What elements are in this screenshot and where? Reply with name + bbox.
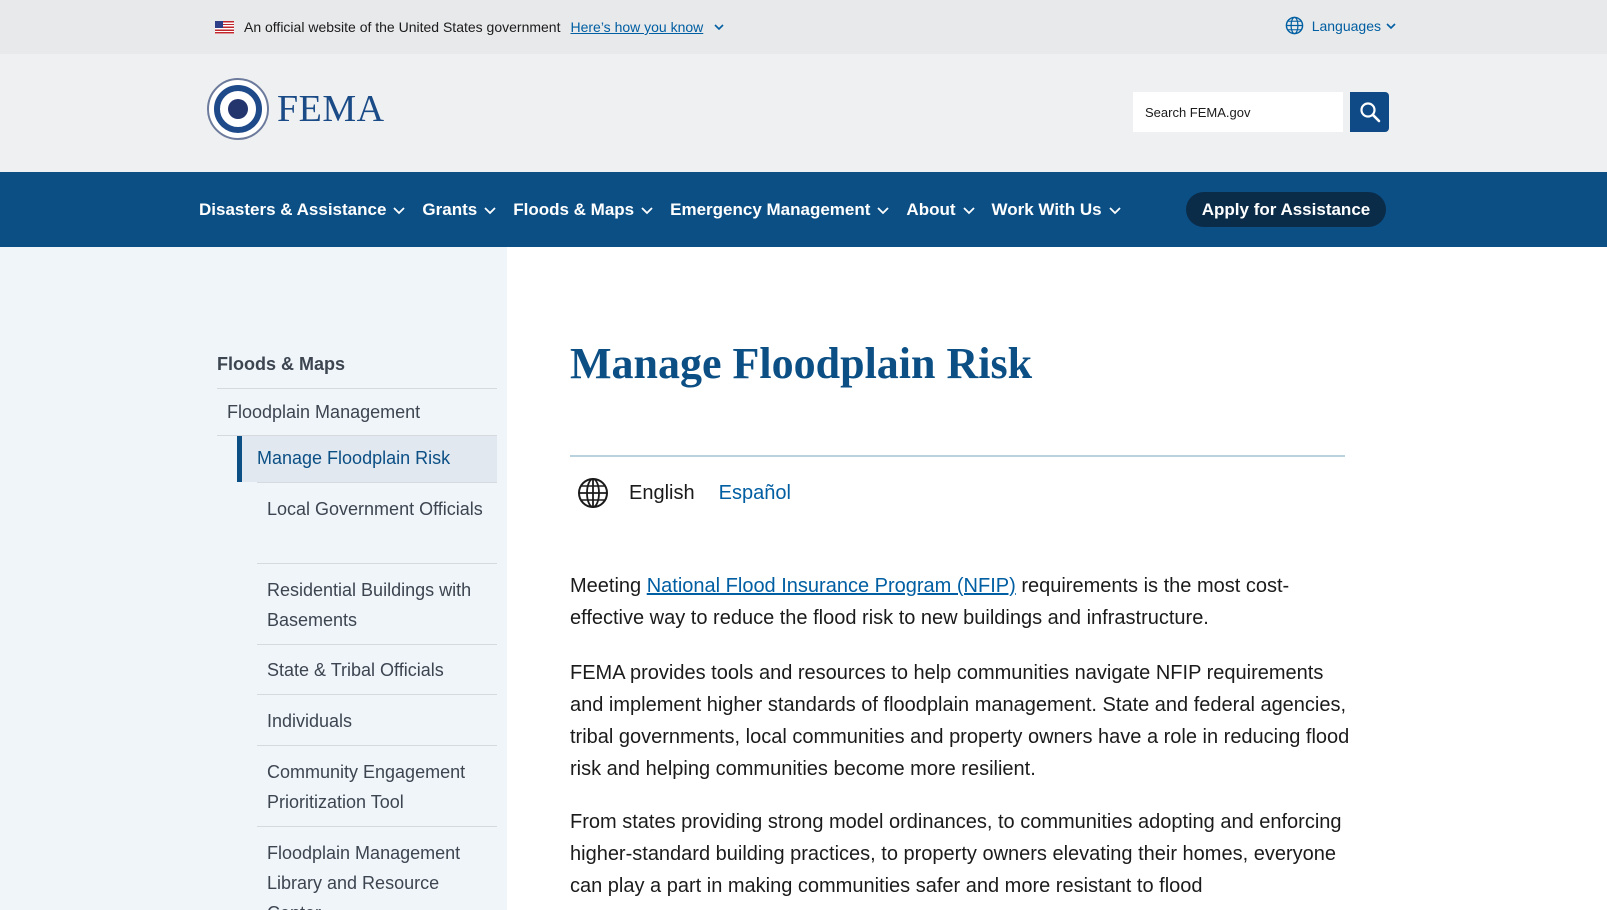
apply-for-assistance-button[interactable]: Apply for Assistance — [1186, 192, 1386, 227]
chevron-down-icon — [393, 206, 406, 214]
gov-banner: An official website of the United States… — [0, 0, 1607, 54]
search-icon — [1359, 102, 1380, 123]
sidebar-item-active[interactable]: Manage Floodplain Risk — [237, 436, 497, 482]
nav-floods-maps[interactable]: Floods & Maps — [513, 200, 654, 220]
sidebar-item-individuals[interactable]: Individuals — [267, 706, 492, 736]
globe-icon — [1285, 16, 1303, 35]
fema-logo-text: FEMA — [277, 88, 385, 130]
language-english: English — [629, 481, 695, 504]
sidebar-item-residential-basements[interactable]: Residential Buildings with Basements — [267, 575, 492, 635]
gov-banner-inner: An official website of the United States… — [215, 0, 1405, 54]
main-nav: Disasters & Assistance Grants Floods & M… — [0, 172, 1607, 247]
languages-button[interactable]: Languages — [1285, 16, 1405, 35]
language-toggle: English Español — [577, 477, 791, 509]
chevron-down-icon — [641, 206, 653, 214]
nav-items: Disasters & Assistance Grants Floods & M… — [199, 172, 1138, 247]
search-input[interactable] — [1133, 92, 1343, 132]
sidebar-nav: Floods & Maps Floodplain Management Mana… — [0, 247, 507, 910]
nav-work-with-us[interactable]: Work With Us — [992, 200, 1122, 220]
chevron-down-icon — [1108, 206, 1121, 214]
nfip-link[interactable]: National Flood Insurance Program (NFIP) — [647, 575, 1016, 597]
page-title: Manage Floodplain Risk — [570, 339, 1033, 388]
nav-disasters-assistance[interactable]: Disasters & Assistance — [199, 200, 406, 220]
divider — [257, 644, 497, 645]
dhs-seal-icon — [207, 78, 269, 140]
divider — [257, 563, 497, 564]
divider — [257, 482, 497, 483]
chevron-down-icon — [962, 206, 975, 214]
languages-label: Languages — [1311, 17, 1381, 34]
divider — [257, 694, 497, 695]
body-paragraph: FEMA provides tools and resources to hel… — [570, 662, 1350, 780]
heres-how-you-know-link[interactable]: Here’s how you know — [570, 19, 703, 35]
sidebar-title[interactable]: Floods & Maps — [217, 354, 345, 375]
sidebar-item-library[interactable]: Floodplain Management Library and Resour… — [267, 838, 492, 910]
chevron-down-icon[interactable] — [713, 21, 725, 33]
fema-logo-link[interactable]: FEMA — [207, 78, 385, 140]
nav-about[interactable]: About — [906, 200, 975, 220]
intro-paragraph: Meeting National Flood Insurance Program… — [570, 570, 1350, 634]
nav-grants[interactable]: Grants — [422, 200, 497, 220]
paragraph-text: Meeting — [570, 575, 647, 597]
sidebar-item-local-government[interactable]: Local Government Officials — [267, 494, 492, 524]
site-header: FEMA — [0, 54, 1607, 172]
search-button[interactable] — [1350, 92, 1389, 132]
divider — [217, 388, 497, 389]
chevron-down-icon — [484, 206, 496, 214]
language-espanol-link[interactable]: Español — [719, 482, 791, 505]
chevron-down-icon — [1386, 22, 1396, 29]
sidebar-item-community-engagement[interactable]: Community Engagement Prioritization Tool — [267, 757, 492, 817]
globe-icon — [578, 478, 608, 508]
body-paragraph: From states providing strong model ordin… — [570, 811, 1342, 897]
us-flag-icon — [215, 20, 234, 34]
sidebar-item-label: Manage Floodplain Risk — [257, 448, 451, 468]
divider — [257, 745, 497, 746]
divider — [257, 826, 497, 827]
sidebar-item-floodplain-management[interactable]: Floodplain Management — [227, 402, 420, 423]
gov-banner-text: An official website of the United States… — [244, 19, 561, 35]
sidebar-item-state-tribal[interactable]: State & Tribal Officials — [267, 655, 492, 685]
title-divider — [570, 455, 1345, 457]
nav-emergency-management[interactable]: Emergency Management — [670, 200, 890, 220]
chevron-down-icon — [877, 206, 890, 214]
